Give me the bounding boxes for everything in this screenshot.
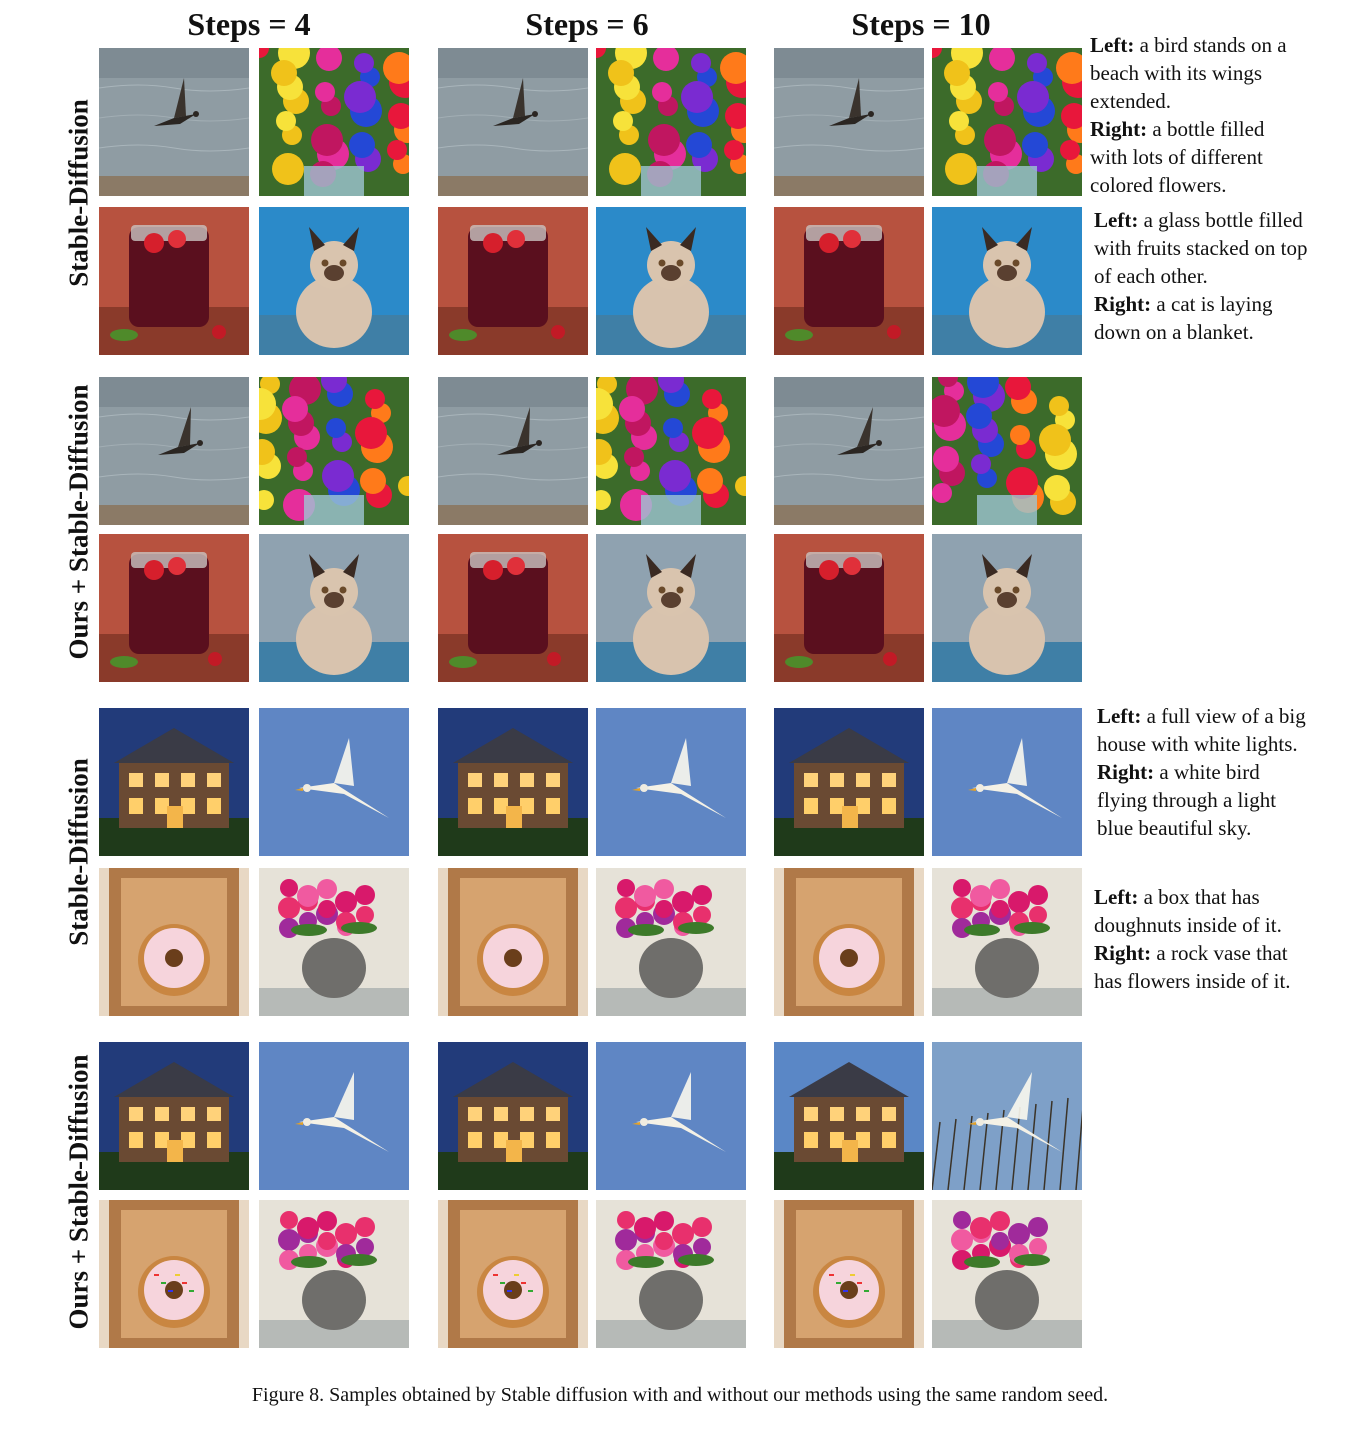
sample-image-jar bbox=[438, 207, 588, 355]
caption-right-label: Right: bbox=[1097, 760, 1155, 784]
sample-image-house bbox=[99, 1042, 249, 1190]
caption-right-label: Right: bbox=[1090, 117, 1148, 141]
column-title-steps-6: Steps = 6 bbox=[525, 6, 649, 42]
sample-image-cat bbox=[932, 534, 1082, 682]
sample-image-vase bbox=[932, 868, 1082, 1016]
sample-image-house bbox=[774, 708, 924, 856]
sample-image-jar bbox=[438, 534, 588, 682]
caption-left-label: Left: bbox=[1090, 33, 1135, 57]
column-title-steps-10: Steps = 10 bbox=[851, 6, 991, 42]
sample-image-flowers bbox=[932, 377, 1082, 525]
sample-image-donut bbox=[99, 868, 249, 1016]
sample-image-flowers bbox=[932, 48, 1082, 196]
caption-left-label: Left: bbox=[1094, 208, 1139, 232]
prompt-caption-group-2: Left: a glass bottle filled with fruits … bbox=[1094, 206, 1309, 346]
sample-image-whitebird bbox=[932, 708, 1082, 856]
sample-image-bird bbox=[438, 48, 588, 196]
sample-image-whitebird bbox=[596, 708, 746, 856]
sample-image-bird bbox=[774, 48, 924, 196]
caption-left-label: Left: bbox=[1094, 885, 1139, 909]
sample-image-donut bbox=[774, 868, 924, 1016]
caption-right-label: Right: bbox=[1094, 941, 1152, 965]
sample-image-bird bbox=[99, 48, 249, 196]
prompt-caption-group-4: Left: a box that has doughnuts inside of… bbox=[1094, 883, 1309, 995]
sample-image-whitebird bbox=[259, 708, 409, 856]
sample-image-jar bbox=[774, 534, 924, 682]
row-label-ours-stable-diffusion-1: Ours + Stable-Diffusion bbox=[63, 384, 94, 660]
sample-image-flowers bbox=[596, 48, 746, 196]
sample-image-whitebird bbox=[932, 1042, 1082, 1190]
sample-image-jar bbox=[99, 207, 249, 355]
sample-image-bird bbox=[438, 377, 588, 525]
caption-left-label: Left: bbox=[1097, 704, 1142, 728]
row-label-ours-stable-diffusion-2: Ours + Stable-Diffusion bbox=[63, 1054, 94, 1330]
row-label-stable-diffusion-1: Stable-Diffusion bbox=[63, 99, 94, 287]
sample-image-flowers bbox=[259, 377, 409, 525]
sample-image-cat bbox=[596, 534, 746, 682]
caption-right-label: Right: bbox=[1094, 292, 1152, 316]
sample-image-cat bbox=[932, 207, 1082, 355]
sample-image-bird bbox=[774, 377, 924, 525]
sample-image-flowers bbox=[596, 377, 746, 525]
sample-image-donut bbox=[438, 1200, 588, 1348]
sample-image-house bbox=[99, 708, 249, 856]
prompt-caption-group-1: Left: a bird stands on a beach with its … bbox=[1090, 31, 1305, 199]
sample-image-house bbox=[438, 1042, 588, 1190]
sample-image-vase bbox=[259, 1200, 409, 1348]
sample-image-jar bbox=[774, 207, 924, 355]
sample-image-house bbox=[438, 708, 588, 856]
sample-image-jar bbox=[99, 534, 249, 682]
sample-image-flowers bbox=[259, 48, 409, 196]
sample-image-vase bbox=[259, 868, 409, 1016]
sample-image-donut bbox=[99, 1200, 249, 1348]
prompt-caption-group-3: Left: a full view of a big house with wh… bbox=[1097, 702, 1307, 842]
figure-caption: Figure 8. Samples obtained by Stable dif… bbox=[251, 1384, 1109, 1406]
sample-image-house bbox=[774, 1042, 924, 1190]
sample-image-vase bbox=[932, 1200, 1082, 1348]
sample-image-whitebird bbox=[596, 1042, 746, 1190]
sample-image-donut bbox=[774, 1200, 924, 1348]
sample-image-bird bbox=[99, 377, 249, 525]
sample-image-cat bbox=[259, 207, 409, 355]
sample-image-cat bbox=[259, 534, 409, 682]
sample-image-donut bbox=[438, 868, 588, 1016]
row-label-stable-diffusion-2: Stable-Diffusion bbox=[63, 758, 94, 946]
sample-image-vase bbox=[596, 1200, 746, 1348]
sample-image-vase bbox=[596, 868, 746, 1016]
sample-image-cat bbox=[596, 207, 746, 355]
column-title-steps-4: Steps = 4 bbox=[187, 6, 311, 42]
sample-image-whitebird bbox=[259, 1042, 409, 1190]
